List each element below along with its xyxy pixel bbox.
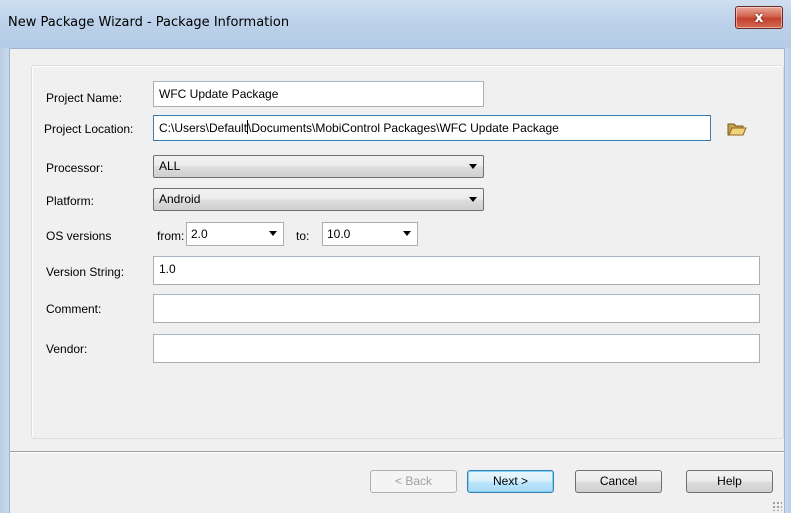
project-location-field[interactable]: C:\Users\Default\Documents\MobiControl P… bbox=[153, 115, 711, 141]
os-to-label: to: bbox=[296, 229, 310, 243]
browse-folder-button[interactable] bbox=[726, 119, 748, 139]
os-from-dropdown[interactable]: 2.0 bbox=[186, 222, 284, 246]
window-title: New Package Wizard - Package Information bbox=[8, 15, 290, 30]
project-location-text-start: C:\Users\Default bbox=[159, 121, 248, 135]
dialog-client-area: Project Name: WFC Update Package Project… bbox=[10, 49, 784, 513]
title-bar[interactable]: New Package Wizard - Package Information… bbox=[0, 0, 791, 49]
os-to-value: 10.0 bbox=[327, 227, 351, 241]
processor-dropdown[interactable]: ALL bbox=[153, 155, 484, 178]
help-button[interactable]: Help bbox=[686, 470, 773, 493]
vendor-label: Vendor: bbox=[46, 342, 88, 356]
comment-field[interactable] bbox=[153, 294, 760, 323]
vendor-field[interactable] bbox=[153, 334, 760, 363]
os-from-value: 2.0 bbox=[191, 227, 208, 241]
os-from-label: from: bbox=[157, 229, 185, 243]
close-button[interactable]: x bbox=[735, 6, 783, 29]
version-string-label: Version String: bbox=[46, 265, 125, 279]
project-location-label: Project Location: bbox=[44, 122, 134, 136]
next-button[interactable]: Next > bbox=[467, 470, 554, 493]
platform-dropdown[interactable]: Android bbox=[153, 188, 484, 211]
chevron-down-icon bbox=[403, 231, 411, 236]
project-location-text-end: \Documents\MobiControl Packages\WFC Upda… bbox=[248, 121, 559, 135]
folder-open-icon bbox=[727, 123, 747, 136]
version-string-field[interactable]: 1.0 bbox=[153, 256, 760, 285]
project-name-label: Project Name: bbox=[46, 91, 123, 105]
back-button[interactable]: < Back bbox=[370, 470, 457, 493]
comment-label: Comment: bbox=[46, 302, 102, 316]
resize-grip[interactable] bbox=[772, 501, 782, 511]
os-versions-label: OS versions bbox=[46, 229, 112, 243]
platform-label: Platform: bbox=[46, 194, 95, 208]
chevron-down-icon bbox=[269, 231, 277, 236]
processor-value: ALL bbox=[159, 159, 181, 173]
project-name-field[interactable]: WFC Update Package bbox=[153, 81, 484, 107]
window-frame-left bbox=[0, 48, 10, 513]
window-frame-right bbox=[784, 48, 791, 513]
processor-label: Processor: bbox=[46, 161, 104, 175]
platform-value: Android bbox=[159, 192, 201, 206]
chevron-down-icon bbox=[469, 197, 477, 202]
chevron-down-icon bbox=[469, 164, 477, 169]
close-icon: x bbox=[754, 9, 764, 26]
os-to-dropdown[interactable]: 10.0 bbox=[322, 222, 418, 246]
button-bar-divider bbox=[10, 451, 784, 453]
cancel-button[interactable]: Cancel bbox=[575, 470, 662, 493]
